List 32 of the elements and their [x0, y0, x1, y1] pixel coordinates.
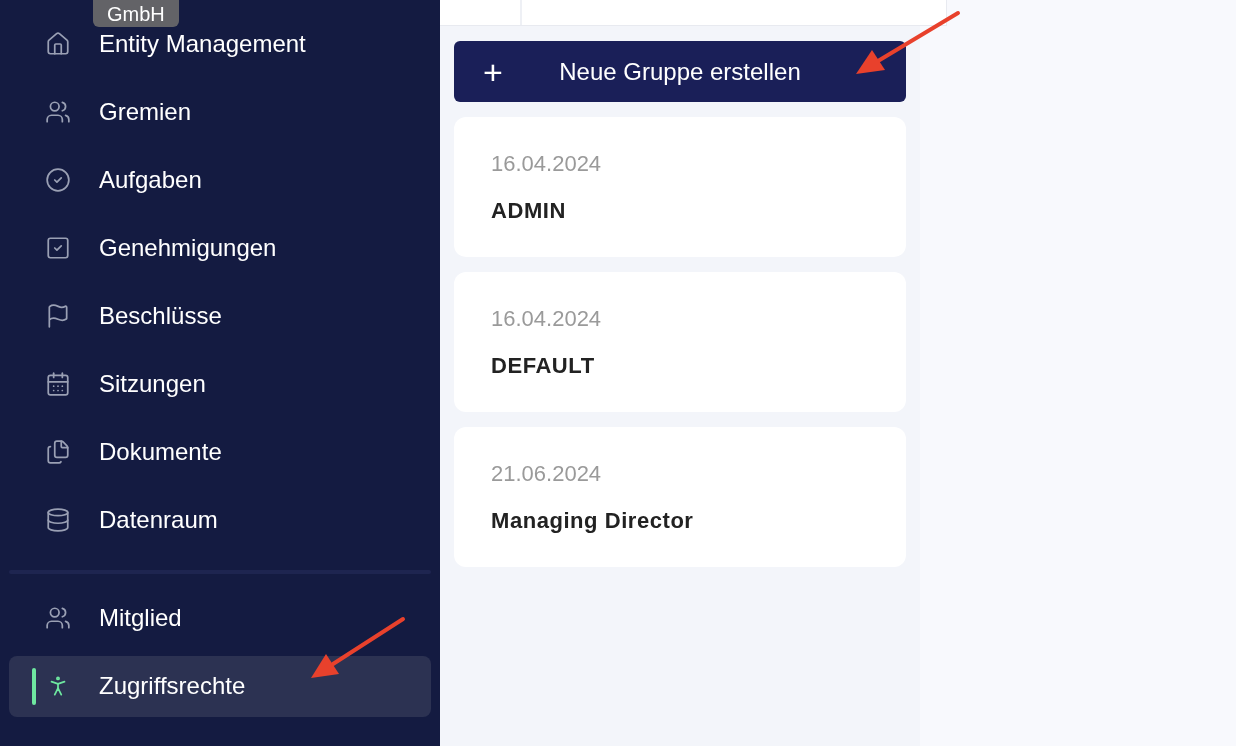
tooltip: GmbH — [93, 0, 179, 27]
group-card[interactable]: 21.06.2024 Managing Director — [454, 427, 906, 567]
group-date: 16.04.2024 — [491, 150, 603, 178]
group-name: Managing Director — [491, 507, 695, 535]
people-icon — [45, 605, 71, 631]
check-circle-icon — [45, 167, 71, 193]
sidebar-item[interactable]: Entity Management — [9, 28, 431, 60]
sidebar-item[interactable]: Gremien — [9, 96, 431, 128]
sidebar-item[interactable]: Aufgaben — [9, 164, 431, 196]
sidebar-item[interactable]: Mitglied — [9, 602, 431, 634]
calendar-icon — [45, 371, 71, 397]
sidebar-item[interactable]: Genehmigungen — [9, 232, 431, 264]
group-card[interactable]: 16.04.2024 DEFAULT — [454, 272, 906, 412]
people-icon — [45, 99, 71, 125]
sidebar-item[interactable]: Datenraum — [9, 504, 431, 536]
create-group-button[interactable]: + Neue Gruppe erstellen — [454, 41, 906, 102]
sidebar-item[interactable]: Zugriffsrechte — [9, 655, 431, 717]
check-square-icon — [45, 235, 71, 261]
sidebar-item[interactable]: Sitzungen — [9, 368, 431, 400]
plus-icon: + — [478, 54, 508, 89]
group-name: DEFAULT — [491, 352, 596, 380]
group-date: 21.06.2024 — [491, 460, 603, 488]
sidebar-item[interactable]: Beschlüsse — [9, 300, 431, 332]
sidebar-item[interactable]: Dokumente — [9, 436, 431, 468]
house-icon — [45, 31, 71, 57]
documents-icon — [45, 439, 71, 465]
flag-icon — [45, 303, 71, 329]
active-indicator — [32, 667, 36, 705]
group-date: 16.04.2024 — [491, 305, 603, 333]
group-name: ADMIN — [491, 197, 567, 225]
database-icon — [45, 507, 71, 533]
group-card[interactable]: 16.04.2024 ADMIN — [454, 117, 906, 257]
